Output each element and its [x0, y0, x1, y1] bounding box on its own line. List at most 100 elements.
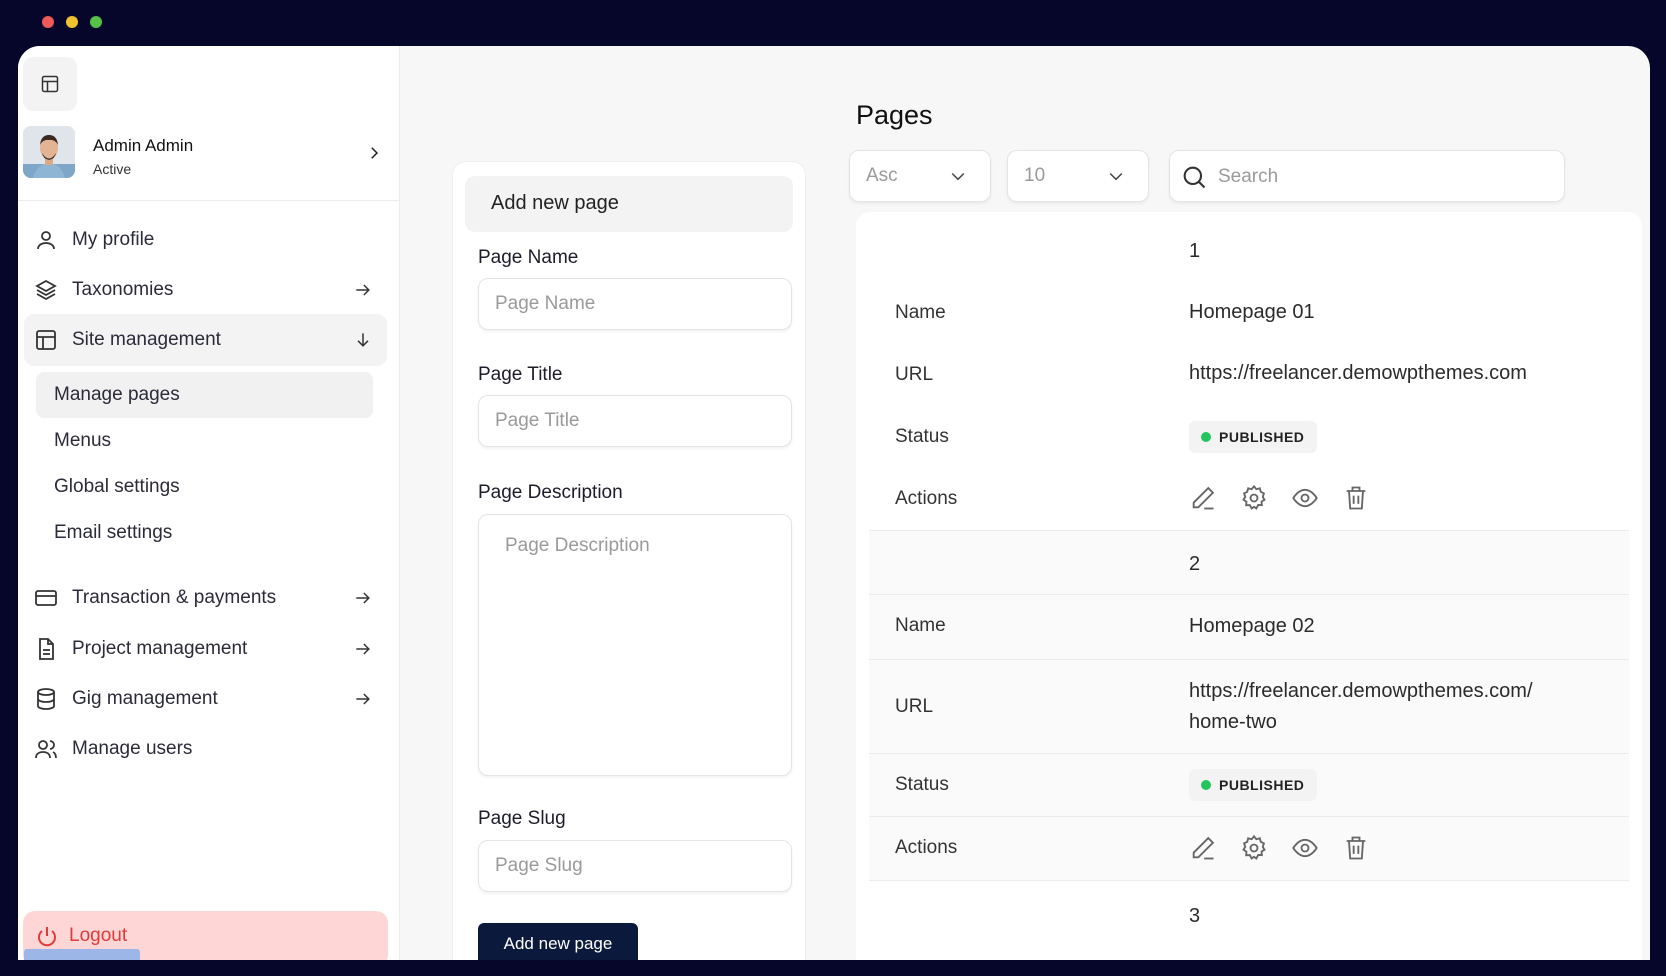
status-badge: PUBLISHED: [1189, 421, 1318, 453]
search-input[interactable]: [1218, 161, 1548, 193]
actions-key: Actions: [895, 488, 958, 509]
status-strip: [24, 949, 140, 960]
per-page-select-value: 10: [1024, 165, 1046, 186]
sidebar-subitem-manage-pages[interactable]: Manage pages: [36, 372, 373, 418]
maximize-window-dot[interactable]: [90, 16, 102, 28]
page-name-value: Homepage 01: [1189, 301, 1315, 323]
table-row: Status PUBLISHED: [869, 753, 1629, 816]
page-title: Pages: [856, 100, 933, 130]
table-row: Actions: [869, 468, 1629, 530]
table-row: Name Homepage 02: [869, 594, 1629, 659]
page-name-input[interactable]: [478, 278, 792, 330]
page-name-label: Page Name: [478, 247, 579, 268]
sidebar-layout-icon: [41, 75, 59, 93]
file-icon: [39, 638, 54, 660]
status-key: Status: [895, 426, 949, 447]
sidebar-subitem-menus[interactable]: Menus: [36, 418, 373, 464]
page-slug-input[interactable]: [478, 840, 792, 892]
sidebar-subitem-email-settings[interactable]: Email settings: [36, 510, 373, 556]
sidebar-item-label: Manage users: [72, 738, 193, 759]
page-url-value: https://freelancer.demowpthemes.com/ hom…: [1189, 680, 1533, 733]
row-actions: [1189, 484, 1370, 512]
sidebar-divider: [18, 200, 400, 201]
arrow-right-icon: [356, 693, 370, 705]
settings-gear-icon[interactable]: [1240, 834, 1268, 862]
url-key: URL: [895, 364, 934, 385]
page-description-textarea[interactable]: [478, 514, 792, 776]
status-badge-label: PUBLISHED: [1219, 429, 1305, 445]
settings-gear-icon[interactable]: [1240, 484, 1268, 512]
sidebar-item-label: Gig management: [72, 688, 218, 709]
sidebar-item-project-management[interactable]: Project management: [24, 623, 387, 675]
row-index: 1: [1189, 240, 1201, 262]
table-row: Status PUBLISHED: [869, 406, 1629, 468]
sidebar-toggle-button[interactable]: [23, 57, 77, 111]
arrow-right-icon: [356, 284, 370, 296]
trash-icon[interactable]: [1342, 834, 1370, 862]
credit-card-icon: [35, 590, 57, 606]
page-name-value: Homepage 02: [1189, 615, 1315, 637]
table-row: Actions: [869, 816, 1629, 880]
chevron-down-icon: [951, 172, 965, 181]
arrow-right-icon: [356, 643, 370, 655]
page-title-label: Page Title: [478, 364, 563, 385]
sidebar-item-gig-management[interactable]: Gig management: [24, 673, 387, 725]
add-new-page-button[interactable]: Add new page: [478, 923, 638, 960]
status-dot: [1201, 432, 1211, 442]
sidebar-item-site-management[interactable]: Site management: [24, 314, 387, 366]
page-url-value: https://freelancer.demowpthemes.com: [1189, 362, 1527, 384]
users-icon: [35, 740, 57, 759]
power-icon: [38, 927, 56, 947]
minimize-window-dot[interactable]: [66, 16, 78, 28]
name-key: Name: [895, 302, 946, 323]
trash-icon[interactable]: [1342, 484, 1370, 512]
sidebar: Admin Admin Active My profile Taxonomies…: [18, 46, 400, 960]
row-index: 3: [1189, 905, 1201, 927]
sidebar-item-label: Taxonomies: [72, 279, 174, 300]
form-title: Add new page: [465, 176, 793, 232]
sidebar-item-manage-users[interactable]: Manage users: [24, 723, 387, 775]
app-window: Admin Admin Active My profile Taxonomies…: [18, 46, 1650, 960]
page-slug-label: Page Slug: [478, 808, 566, 829]
sidebar-item-label: Project management: [72, 638, 248, 659]
search-icon: [1183, 166, 1206, 189]
sidebar-item-taxonomies[interactable]: Taxonomies: [24, 264, 387, 316]
user-name: Admin Admin: [93, 136, 194, 155]
table-row: 2: [869, 530, 1629, 594]
arrow-right-icon: [356, 592, 370, 604]
edit-icon[interactable]: [1189, 834, 1217, 862]
sidebar-item-label: Transaction & payments: [72, 587, 277, 608]
table-row: 1: [869, 212, 1629, 282]
sort-select[interactable]: Asc: [849, 150, 991, 202]
per-page-select[interactable]: 10: [1007, 150, 1149, 202]
arrow-down-icon: [357, 333, 369, 347]
table-row: URL https://freelancer.demowpthemes.com/…: [869, 659, 1629, 753]
actions-key: Actions: [895, 837, 958, 858]
sidebar-subitem-global-settings[interactable]: Global settings: [36, 464, 373, 510]
row-actions: [1189, 834, 1370, 862]
view-eye-icon[interactable]: [1291, 834, 1319, 862]
browser-frame: Admin Admin Active My profile Taxonomies…: [0, 0, 1666, 976]
status-dot: [1201, 780, 1211, 790]
pages-table: 1 Name Homepage 01 URL https://freelance…: [856, 212, 1642, 960]
edit-icon[interactable]: [1189, 484, 1217, 512]
sidebar-item-label: My profile: [72, 229, 155, 250]
sidebar-item-my-profile[interactable]: My profile: [24, 214, 387, 266]
page-description-label: Page Description: [478, 482, 623, 503]
user-profile[interactable]: Admin Admin Active: [23, 126, 393, 180]
search-box: [1169, 150, 1565, 202]
sidebar-item-transactions[interactable]: Transaction & payments: [24, 572, 387, 624]
add-page-form: Add new page Page Name Page Title Page D…: [452, 161, 806, 960]
table-row: Name Homepage 01: [869, 282, 1629, 344]
chevron-right-icon: [371, 147, 379, 159]
avatar: [23, 126, 75, 178]
user-icon: [37, 231, 55, 250]
view-eye-icon[interactable]: [1291, 484, 1319, 512]
layers-icon: [35, 279, 57, 301]
status-key: Status: [895, 774, 949, 795]
sort-select-value: Asc: [866, 165, 898, 186]
page-title-input[interactable]: [478, 395, 792, 447]
close-window-dot[interactable]: [42, 16, 54, 28]
row-index: 2: [1189, 553, 1201, 575]
name-key: Name: [895, 615, 946, 636]
